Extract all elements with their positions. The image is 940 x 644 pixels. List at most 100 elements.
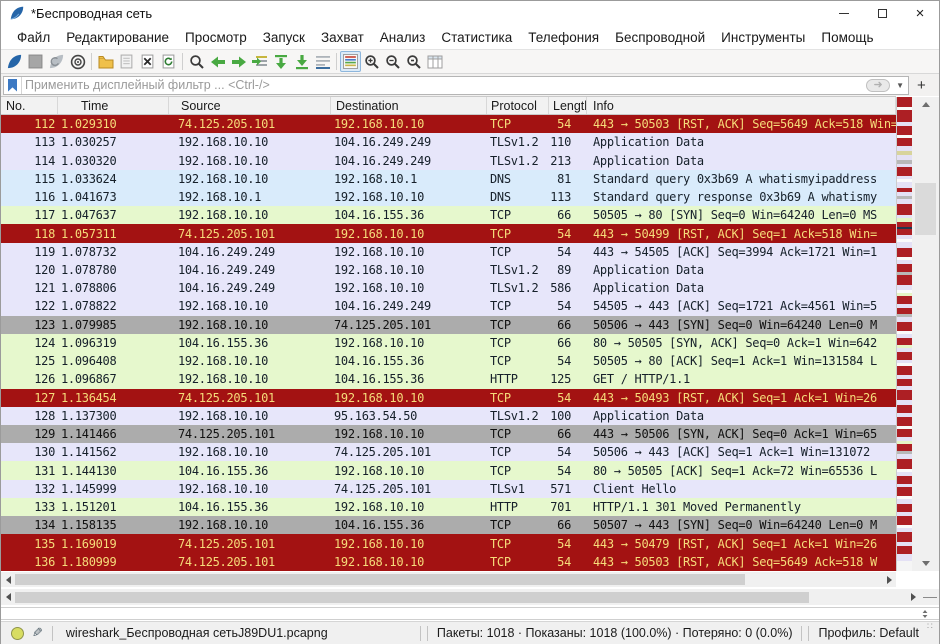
packet-row[interactable]: 1121.02931074.125.205.101192.168.10.10TC…	[1, 115, 896, 133]
filter-dropdown-caret[interactable]: ▼	[892, 81, 908, 90]
cell-len: 54	[549, 297, 587, 315]
find-packet-button[interactable]	[186, 51, 207, 72]
minimize-button[interactable]	[825, 1, 863, 25]
close-file-button[interactable]	[137, 51, 158, 72]
packet-row[interactable]: 1281.137300192.168.10.1095.163.54.50TLSv…	[1, 407, 896, 425]
packet-row[interactable]: 1131.030257192.168.10.10104.16.249.249TL…	[1, 133, 896, 151]
packet-row[interactable]: 1211.078806104.16.249.249192.168.10.10TL…	[1, 279, 896, 297]
go-back-button[interactable]	[207, 51, 228, 72]
open-file-button[interactable]	[95, 51, 116, 72]
lower-hscrollbar[interactable]	[1, 589, 920, 605]
add-filter-button[interactable]: +	[909, 77, 932, 94]
packet-row[interactable]: 1311.144130104.16.155.36192.168.10.10TCP…	[1, 461, 896, 479]
menu-item-7[interactable]: Телефония	[520, 28, 607, 48]
go-top-button[interactable]	[270, 51, 291, 72]
packet-row[interactable]: 1331.151201104.16.155.36192.168.10.10HTT…	[1, 498, 896, 516]
packet-row[interactable]: 1271.13645474.125.205.101192.168.10.10TC…	[1, 389, 896, 407]
status-profile[interactable]: Профиль: Default	[812, 626, 927, 640]
resize-columns-button[interactable]	[424, 51, 445, 72]
capture-options-button[interactable]	[67, 51, 88, 72]
capture-comment-icon[interactable]: ✎	[32, 625, 43, 641]
packet-row[interactable]: 1161.041673192.168.10.1192.168.10.10DNS1…	[1, 188, 896, 206]
column-header-time[interactable]: Time	[58, 97, 169, 114]
apply-filter-button[interactable]: ➜	[866, 79, 890, 92]
packet-row[interactable]: 1251.096408192.168.10.10104.16.155.36TCP…	[1, 352, 896, 370]
scroll-left-button[interactable]	[1, 572, 15, 587]
restart-capture-button[interactable]	[46, 51, 67, 72]
packet-row[interactable]: 1151.033624192.168.10.10192.168.10.1DNS8…	[1, 170, 896, 188]
packet-row[interactable]: 1171.047637192.168.10.10104.16.155.36TCP…	[1, 206, 896, 224]
packet-row[interactable]: 1351.16901974.125.205.101192.168.10.10TC…	[1, 534, 896, 552]
packet-row[interactable]: 1321.145999192.168.10.1074.125.205.101TL…	[1, 480, 896, 498]
menu-item-3[interactable]: Запуск	[255, 28, 313, 48]
expert-info-icon[interactable]	[11, 627, 24, 640]
stop-capture-button[interactable]	[25, 51, 46, 72]
menu-item-2[interactable]: Просмотр	[177, 28, 255, 48]
cell-info: Application Data	[587, 407, 896, 425]
packet-row[interactable]: 1181.05731174.125.205.101192.168.10.10TC…	[1, 224, 896, 242]
minimap-stripe	[897, 379, 912, 386]
go-forward-button[interactable]	[228, 51, 249, 72]
cell-proto: TCP	[487, 352, 549, 370]
v-scrollbar-thumb[interactable]	[915, 183, 936, 235]
pane-splitter-handle[interactable]	[920, 589, 939, 605]
zoom-in-button[interactable]	[361, 51, 382, 72]
column-header-dst[interactable]: Destination	[331, 97, 487, 114]
column-header-len[interactable]: Length	[549, 97, 587, 114]
packet-row[interactable]: 1341.158135192.168.10.10104.16.155.36TCP…	[1, 516, 896, 534]
scroll-left-button[interactable]	[1, 589, 15, 605]
maximize-button[interactable]	[863, 1, 901, 25]
menu-item-6[interactable]: Статистика	[433, 28, 520, 48]
packet-row[interactable]: 1221.078822192.168.10.10104.16.249.249TC…	[1, 297, 896, 315]
scroll-right-button[interactable]	[882, 572, 896, 587]
packet-row[interactable]: 1201.078780104.16.249.249192.168.10.10TL…	[1, 261, 896, 279]
packet-row[interactable]: 1261.096867192.168.10.10104.16.155.36HTT…	[1, 370, 896, 388]
menu-item-0[interactable]: Файл	[9, 28, 58, 48]
menu-item-4[interactable]: Захват	[313, 28, 372, 48]
column-header-info[interactable]: Info	[587, 97, 896, 114]
menu-item-10[interactable]: Помощь	[813, 28, 881, 48]
h-scrollbar-thumb[interactable]	[15, 574, 745, 585]
pane-spinner[interactable]	[921, 609, 929, 619]
menu-item-9[interactable]: Инструменты	[713, 28, 813, 48]
column-header-proto[interactable]: Protocol	[487, 97, 549, 114]
start-capture-button[interactable]	[4, 51, 25, 72]
auto-scroll-icon	[315, 54, 331, 70]
resize-grip[interactable]: ∷	[927, 624, 937, 642]
packet-row[interactable]: 1361.18099974.125.205.101192.168.10.10TC…	[1, 553, 896, 571]
zoom-reset-button[interactable]	[403, 51, 424, 72]
column-header-src[interactable]: Source	[169, 97, 331, 114]
display-filter-field[interactable]: ➜ ▼	[3, 76, 909, 95]
filter-bookmark-button[interactable]	[4, 77, 22, 94]
scroll-right-button[interactable]	[906, 589, 920, 605]
menu-item-8[interactable]: Беспроводной	[607, 28, 713, 48]
go-bottom-button[interactable]	[291, 51, 312, 72]
close-button[interactable]: ×	[901, 1, 939, 25]
save-file-button[interactable]	[116, 51, 137, 72]
column-header-no[interactable]: No.	[1, 97, 58, 114]
packet-minimap[interactable]	[896, 97, 912, 571]
vertical-scrollbar[interactable]	[912, 97, 939, 571]
packet-list-hscrollbar[interactable]	[1, 572, 896, 587]
scroll-down-button[interactable]	[912, 556, 939, 571]
colorize-button[interactable]	[340, 51, 361, 72]
scroll-up-button[interactable]	[912, 97, 939, 112]
cell-len: 54	[549, 243, 587, 261]
packet-row[interactable]: 1141.030320192.168.10.10104.16.249.249TL…	[1, 151, 896, 169]
auto-scroll-button[interactable]	[312, 51, 333, 72]
cell-len: 100	[549, 407, 587, 425]
display-filter-input[interactable]	[22, 78, 866, 93]
reload-file-button[interactable]	[158, 51, 179, 72]
status-separator	[420, 626, 421, 641]
packet-row[interactable]: 1241.096319104.16.155.36192.168.10.10TCP…	[1, 334, 896, 352]
zoom-out-button[interactable]	[382, 51, 403, 72]
packet-row[interactable]: 1301.141562192.168.10.1074.125.205.101TC…	[1, 443, 896, 461]
packet-row[interactable]: 1231.079985192.168.10.1074.125.205.101TC…	[1, 316, 896, 334]
menu-item-5[interactable]: Анализ	[372, 28, 434, 48]
packet-row[interactable]: 1291.14146674.125.205.101192.168.10.10TC…	[1, 425, 896, 443]
menu-item-1[interactable]: Редактирование	[58, 28, 177, 48]
status-filename[interactable]: wireshark_Беспроводная сетьJ89DU1.pcapng	[66, 626, 328, 640]
h-scrollbar-thumb[interactable]	[15, 592, 809, 603]
go-to-packet-button[interactable]	[249, 51, 270, 72]
packet-row[interactable]: 1191.078732104.16.249.249192.168.10.10TC…	[1, 243, 896, 261]
